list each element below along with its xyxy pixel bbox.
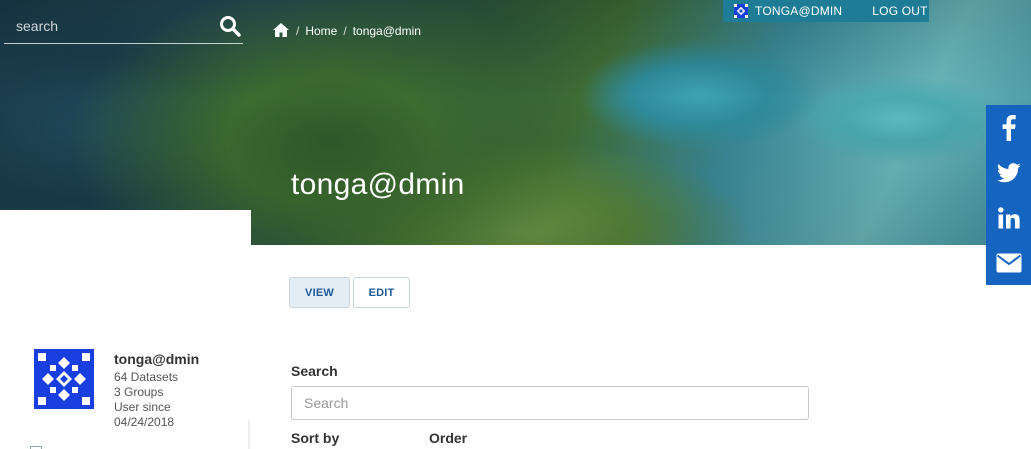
profile-datasets: 64 Datasets [114,370,179,384]
twitter-icon[interactable] [986,150,1031,195]
home-icon[interactable] [272,22,290,41]
share-bar [986,105,1031,285]
page: / Home / tonga@dmin TONGA@DMIN LOG OUT t… [0,0,1031,449]
search-label: Search [291,363,338,379]
order-label: Order [429,430,468,446]
account-bar: TONGA@DMIN LOG OUT [723,0,929,22]
breadcrumb: / Home / tonga@dmin [272,21,421,41]
site-search [4,9,243,44]
linkedin-icon[interactable] [986,195,1031,240]
user-avatar-icon [734,4,748,18]
profile-user-since-date: 04/24/2018 [114,415,175,429]
account-username[interactable]: TONGA@DMIN [755,4,842,18]
profile-groups: 3 Groups [114,385,164,399]
breadcrumb-home-link[interactable]: Home [305,24,337,38]
divider [248,420,250,449]
page-title: tonga@dmin [291,168,465,201]
tab-edit[interactable]: EDIT [353,277,410,308]
profile-user-since-label: User since [114,400,171,414]
breadcrumb-user-link[interactable]: tonga@dmin [353,24,421,38]
tab-view[interactable]: VIEW [289,277,350,308]
profile-name: tonga@dmin [114,351,200,367]
dataset-search-input[interactable] [291,386,809,420]
site-search-input[interactable] [4,9,209,43]
email-icon[interactable] [986,240,1031,285]
breadcrumb-separator: / [296,24,300,38]
search-icon[interactable] [219,15,241,37]
breadcrumb-separator: / [343,24,347,38]
avatar [34,349,94,409]
logout-button[interactable]: LOG OUT [872,4,927,18]
facebook-icon[interactable] [986,105,1031,150]
sort-by-label: Sort by [291,430,340,446]
